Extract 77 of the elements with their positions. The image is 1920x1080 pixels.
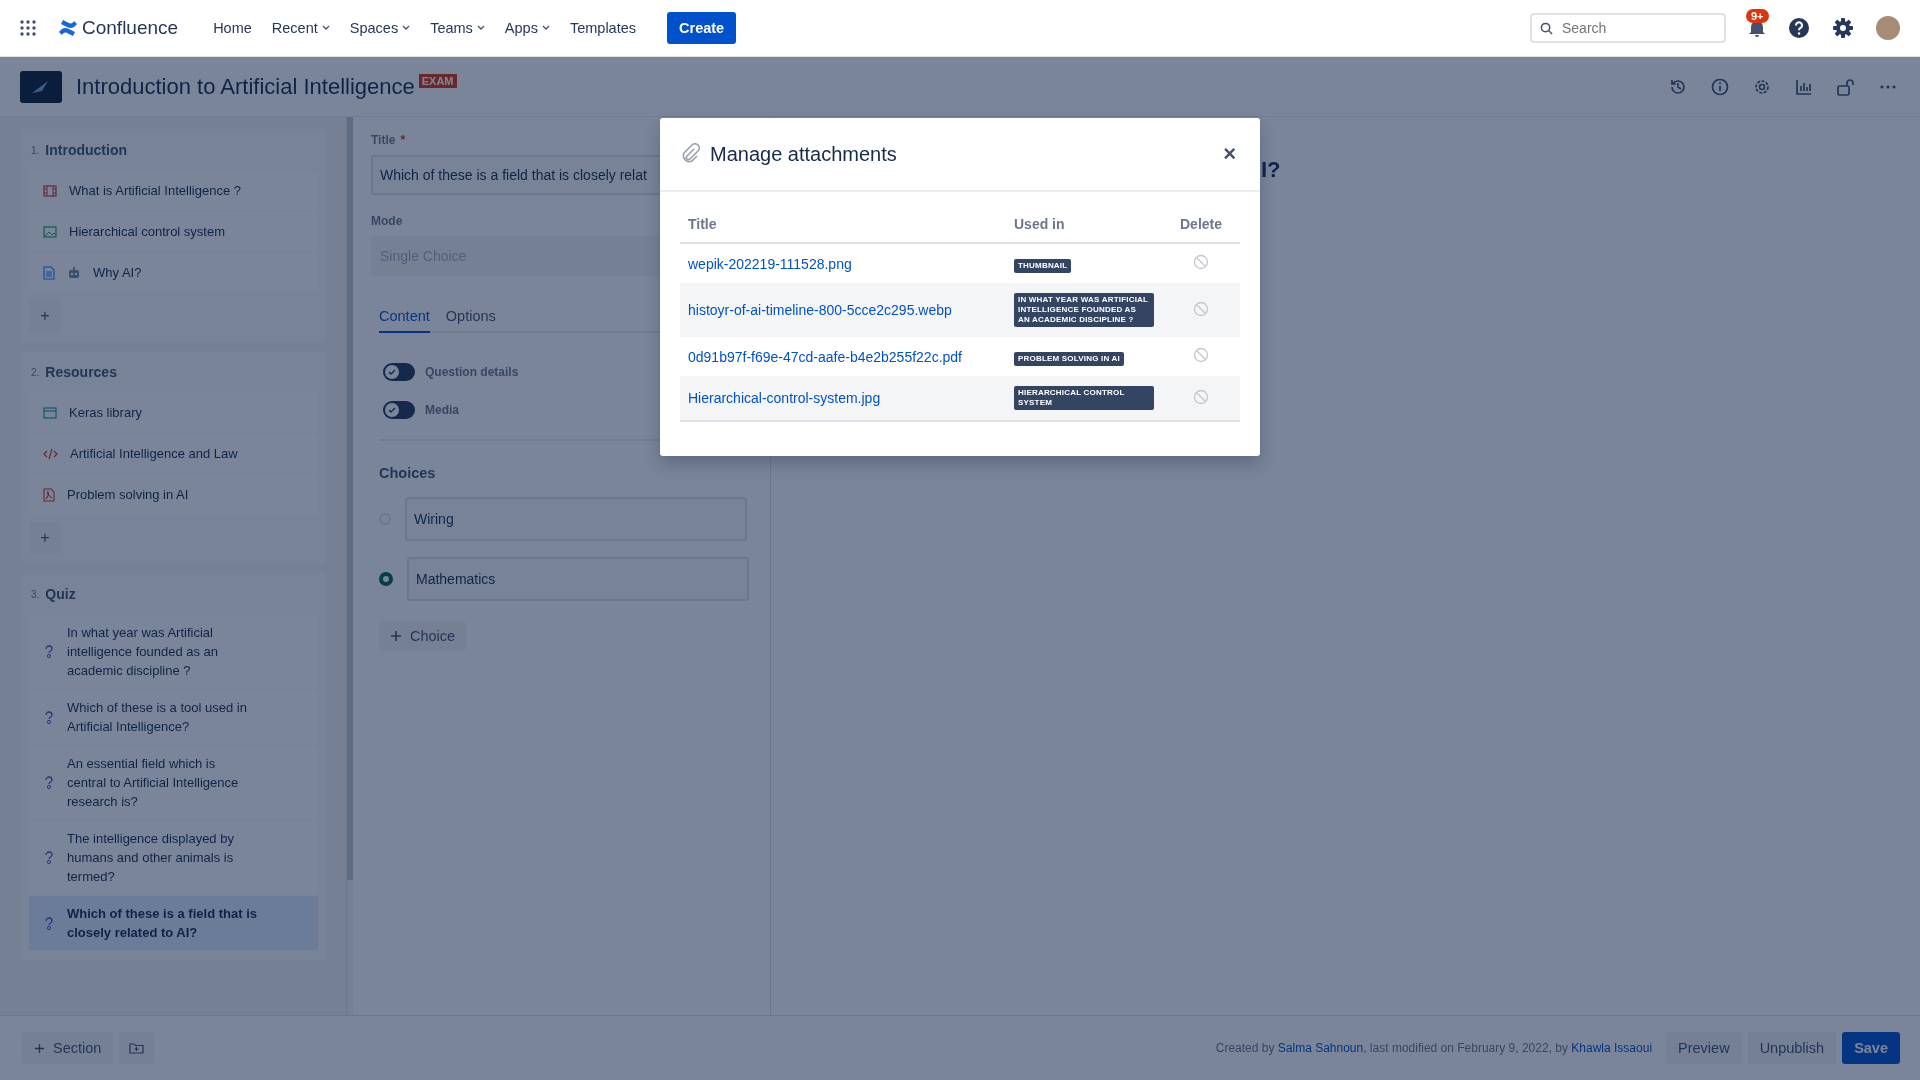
pdf-file-icon — [43, 487, 55, 502]
nav-link[interactable]: Templates — [562, 14, 643, 42]
exam-badge: EXAM — [418, 73, 457, 88]
question-heading: I? — [1261, 157, 1281, 182]
column-header: Used in — [1014, 216, 1065, 232]
usage-tag: PROBLEM SOLVING IN AI — [1014, 351, 1124, 366]
column-header: Title — [688, 216, 717, 232]
info-icon[interactable] — [1710, 76, 1730, 97]
nav-link[interactable]: Home — [206, 14, 259, 42]
editor-link[interactable]: Khawla Issaoui — [1571, 1041, 1653, 1055]
space-thumbnail-icon — [20, 70, 62, 103]
footer-button[interactable]: Preview — [1666, 1032, 1742, 1064]
document-icon — [43, 265, 55, 280]
question-icon — [43, 644, 55, 659]
unlock-icon[interactable] — [1836, 76, 1856, 97]
field-label: Mode — [371, 214, 403, 228]
app-name[interactable]: Confluence — [82, 17, 179, 39]
add-folder-button[interactable] — [119, 1032, 155, 1064]
help-icon[interactable] — [1788, 17, 1810, 39]
page-metadata: Created by Salma Sahnoun, last modified on February 9, 2022, by Khawla Issaoui — [1215, 1041, 1653, 1055]
film-icon — [43, 184, 57, 197]
browser-window-icon — [43, 406, 57, 419]
notification-badge: 9+ — [1746, 9, 1769, 23]
toggle-label: Question details — [425, 365, 519, 379]
user-avatar[interactable] — [1876, 16, 1900, 40]
question-icon — [43, 709, 55, 725]
toggle-switch[interactable] — [383, 401, 415, 419]
choices-heading: Choices — [379, 465, 437, 481]
choice-input[interactable]: Wiring — [405, 497, 747, 541]
toggle-switch[interactable] — [383, 363, 415, 381]
question-icon — [43, 775, 55, 790]
question-icon — [43, 915, 55, 931]
section-number: 2. — [31, 366, 40, 378]
app-switcher-icon[interactable] — [20, 20, 36, 36]
tab[interactable]: Content — [379, 302, 430, 333]
nav-link[interactable]: Spaces — [342, 14, 418, 42]
section-number: 3. — [31, 588, 40, 600]
close-button[interactable]: × — [1219, 141, 1240, 167]
footer-button[interactable]: Unpublish — [1747, 1032, 1837, 1064]
column-header: Delete — [1180, 216, 1222, 232]
field-label: Title — [371, 133, 396, 147]
toggle-label: Media — [425, 403, 459, 417]
plus-icon — [390, 630, 402, 642]
usage-tag: HIERARCHICAL CONTROL SYSTEM — [1014, 386, 1154, 410]
usage-tag: IN WHAT YEAR WAS ARTIFICIAL INTELLIGENCE FOUNDED AS AN ACADEMIC DISCIPLINE ? — [1014, 293, 1154, 327]
usage-tag: THUMBNAIL — [1014, 258, 1072, 273]
sidebar-item[interactable]: Which of these is a field that is closely related to AI? — [29, 896, 318, 950]
search-input[interactable]: Search — [1560, 19, 1714, 37]
image-icon — [43, 225, 57, 238]
choice-input[interactable]: Mathematics — [407, 557, 749, 601]
add-choice-button[interactable]: Choice — [379, 621, 467, 651]
footer-button[interactable]: Save — [1842, 1032, 1900, 1064]
search-field[interactable]: Search — [1530, 13, 1726, 43]
search-icon — [1540, 21, 1553, 35]
code-icon — [43, 447, 58, 460]
create-button[interactable]: Create — [667, 12, 737, 44]
radio-button[interactable] — [379, 572, 393, 586]
tab[interactable]: Options — [445, 302, 496, 333]
file-link[interactable]: 0d91b97f-f69e-47cd-aafe-b4e2b255f22c.pdf — [688, 348, 962, 365]
settings-icon[interactable] — [1832, 17, 1854, 39]
section-title: Resources — [45, 364, 117, 380]
add-section-button[interactable]: Section — [22, 1032, 114, 1064]
folder-plus-icon — [129, 1042, 145, 1054]
plus-icon — [34, 1042, 45, 1054]
paperclip-icon — [680, 143, 700, 165]
nav-link[interactable]: Apps — [497, 14, 557, 42]
section-title: Quiz — [45, 586, 76, 602]
check-icon — [387, 367, 397, 377]
nav-link[interactable]: Recent — [264, 14, 337, 42]
section-number: 1. — [31, 144, 40, 156]
required-mark: * — [400, 133, 406, 147]
page-title: Introduction to Artificial Intelligence — [76, 73, 415, 100]
logo-icon — [58, 19, 78, 37]
check-icon — [387, 405, 397, 415]
nav-link[interactable]: Teams — [423, 14, 492, 42]
question-icon — [43, 850, 55, 865]
section-title: Introduction — [45, 142, 127, 158]
